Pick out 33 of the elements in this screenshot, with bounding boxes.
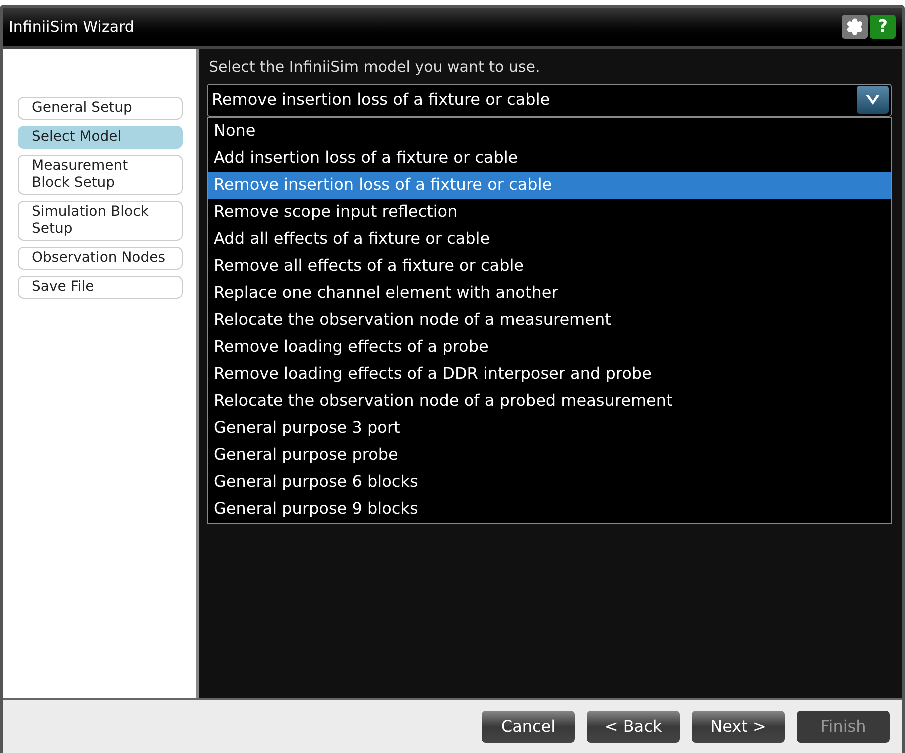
window-title: InfiniiSim Wizard <box>9 16 134 38</box>
dropdown-option[interactable]: Relocate the observation node of a probed measurement <box>208 388 891 414</box>
model-dropdown[interactable]: Remove insertion loss of a fixture or cable <box>207 84 892 116</box>
dropdown-option[interactable]: Remove scope input reflection <box>208 198 891 226</box>
wizard-button[interactable]: Next > <box>692 710 785 742</box>
wizard-button[interactable]: < Back <box>587 710 680 742</box>
dropdown-option[interactable]: General purpose 9 blocks <box>208 496 891 522</box>
dropdown-option[interactable]: General purpose 6 blocks <box>208 468 891 496</box>
dropdown-option[interactable]: Remove all effects of a fixture or cable <box>208 252 891 280</box>
settings-button[interactable] <box>842 15 868 39</box>
dropdown-option[interactable]: Remove loading effects of a probe <box>208 334 891 360</box>
dropdown-option[interactable]: Remove insertion loss of a fixture or cable <box>208 172 891 198</box>
dropdown-option[interactable]: Add insertion loss of a fixture or cable <box>208 144 891 172</box>
dropdown-option[interactable]: General purpose probe <box>208 442 891 468</box>
dropdown-option[interactable]: None <box>208 118 891 144</box>
help-button[interactable]: ? <box>870 15 896 39</box>
step-item[interactable]: Select Model <box>18 126 183 149</box>
step-item[interactable]: Save File <box>18 276 183 299</box>
dropdown-option[interactable]: General purpose 3 port <box>208 414 891 442</box>
step-item[interactable]: Observation Nodes <box>18 247 183 270</box>
step-item[interactable]: Simulation Block Setup <box>18 201 183 241</box>
dropdown-option[interactable]: Relocate the observation node of a measurement <box>208 306 891 334</box>
prompt-text: Select the InfiniiSim model you want to use. <box>208 57 542 78</box>
dropdown-option[interactable]: Remove loading effects of a DDR interposer and probe <box>208 360 891 388</box>
step-item[interactable]: Measurement Block Setup <box>18 155 183 195</box>
chevron-down-icon <box>865 93 881 107</box>
dropdown-option[interactable]: Add all effects of a fixture or cable <box>208 226 891 252</box>
wizard-button[interactable]: Cancel <box>482 710 575 742</box>
dropdown-toggle[interactable] <box>857 86 889 114</box>
settings-icon <box>846 18 864 36</box>
dropdown-value: Remove insertion loss of a fixture or cable <box>212 89 550 111</box>
step-item[interactable]: General Setup <box>18 97 183 120</box>
dropdown-option[interactable]: Replace one channel element with another <box>208 280 891 306</box>
